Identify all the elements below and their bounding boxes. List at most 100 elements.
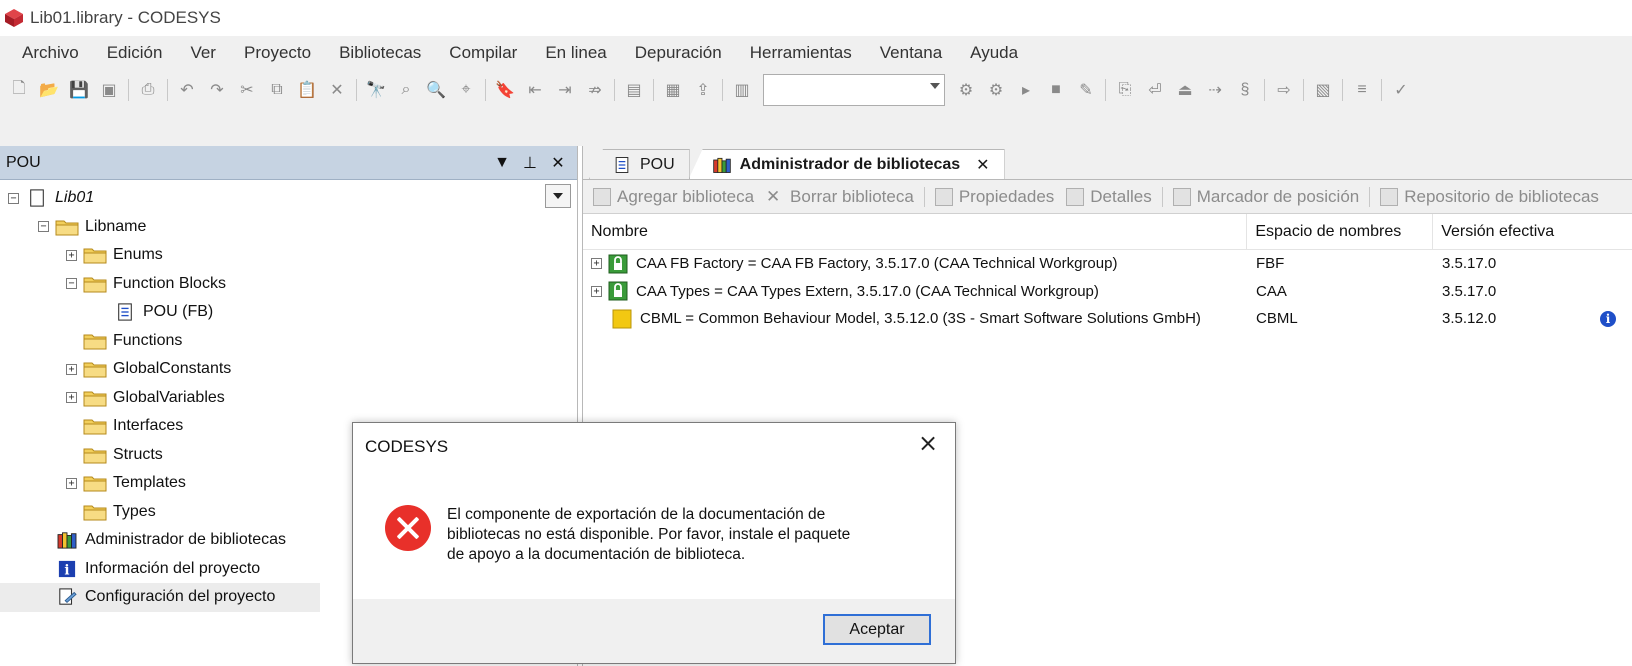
- check-icon[interactable]: ✓: [1388, 77, 1414, 103]
- toolbar-separator: [1161, 186, 1163, 207]
- button-detalles[interactable]: Detalles: [1060, 187, 1157, 207]
- save-icon[interactable]: 💾: [66, 77, 92, 103]
- run-to-cursor-icon[interactable]: ⇢: [1202, 77, 1228, 103]
- menu-item-en-linea[interactable]: En linea: [531, 36, 620, 70]
- button-propiedades[interactable]: Propiedades: [929, 187, 1060, 207]
- menu-item-edici-n[interactable]: Edición: [93, 36, 177, 70]
- expand-icon[interactable]: +: [66, 249, 77, 261]
- bookmark-icon[interactable]: 🔖: [492, 77, 518, 103]
- tree-item-globalvariables[interactable]: + GlobalVariables: [0, 384, 577, 413]
- pin-icon[interactable]: ⊥: [517, 150, 543, 176]
- menu-item-herramientas[interactable]: Herramientas: [736, 36, 866, 70]
- find-next-icon[interactable]: ⌕: [393, 77, 419, 103]
- open-folder-icon[interactable]: 📂: [36, 77, 62, 103]
- collapse-icon[interactable]: −: [8, 192, 19, 204]
- menu-item-ayuda[interactable]: Ayuda: [956, 36, 1032, 70]
- table-row[interactable]: + CAA FB Factory = CAA FB Factory, 3.5.17…: [583, 250, 1632, 278]
- logout-icon[interactable]: ⚙: [983, 77, 1009, 103]
- calendar-icon[interactable]: ▥: [729, 77, 755, 103]
- menu-item-archivo[interactable]: Archivo: [8, 36, 93, 70]
- button-marcador-de-posici-n[interactable]: Marcador de posición: [1167, 187, 1366, 207]
- add-object-icon[interactable]: ▦: [660, 77, 686, 103]
- tree-item-function-blocks[interactable]: − Function Blocks: [0, 270, 577, 299]
- tree-item-configuraci-n-del-proyecto[interactable]: Configuración del proyecto: [0, 583, 320, 612]
- cell-name: + CAA Types = CAA Types Extern, 3.5.17.0 …: [583, 281, 1248, 301]
- tree-item-globalconstants[interactable]: + GlobalConstants: [0, 355, 577, 384]
- column-header-version[interactable]: Versión efectiva: [1433, 214, 1632, 250]
- column-header-name[interactable]: Nombre: [583, 213, 1248, 250]
- export-icon[interactable]: ⇪: [690, 77, 716, 103]
- expand-icon[interactable]: +: [66, 363, 77, 375]
- copy-icon[interactable]: ⧉: [264, 77, 290, 103]
- cell-version: 3.5.17.0: [1442, 282, 1497, 300]
- bookmark-clear-icon[interactable]: ⇏: [582, 77, 608, 103]
- tree-item-functions[interactable]: Functions: [0, 327, 577, 356]
- tree-item-libname[interactable]: − Libname: [0, 213, 577, 242]
- close-icon[interactable]: ✕: [976, 155, 989, 175]
- info-icon[interactable]: i: [1600, 310, 1616, 327]
- write-values-icon[interactable]: ▧: [1310, 77, 1336, 103]
- step-into-icon[interactable]: ⏎: [1142, 77, 1168, 103]
- menu-item-ver[interactable]: Ver: [176, 36, 230, 70]
- find-in-project-icon[interactable]: ⌖: [453, 77, 479, 103]
- toolbar-separator: [1381, 79, 1382, 101]
- expand-icon[interactable]: +: [66, 392, 77, 404]
- collapse-icon[interactable]: −: [66, 278, 77, 290]
- menu-item-compilar[interactable]: Compilar: [435, 36, 531, 70]
- undo-icon[interactable]: ↶: [174, 77, 200, 103]
- properties-icon[interactable]: ▤: [621, 77, 647, 103]
- info-icon: i: [58, 560, 76, 578]
- run-icon[interactable]: ▸: [1013, 77, 1039, 103]
- force-values-icon[interactable]: ≡: [1349, 77, 1375, 103]
- menu-item-depuraci-n[interactable]: Depuración: [621, 36, 736, 70]
- expand-icon[interactable]: +: [66, 477, 77, 489]
- close-icon[interactable]: ✕: [545, 150, 571, 176]
- tab-administrador-de-bibliotecas[interactable]: Administrador de bibliotecas ✕: [688, 149, 1005, 179]
- accept-button[interactable]: Aceptar: [823, 614, 931, 645]
- paste-icon[interactable]: 📋: [294, 77, 320, 103]
- menu-item-proyecto[interactable]: Proyecto: [230, 36, 325, 70]
- expand-icon[interactable]: +: [591, 285, 602, 297]
- locked-library-icon: [608, 281, 628, 301]
- tree-item-label: Interfaces: [113, 417, 184, 435]
- tab-pou[interactable]: POU: [589, 149, 690, 179]
- redo-icon[interactable]: ↷: [204, 77, 230, 103]
- replace-icon[interactable]: 🔍: [423, 77, 449, 103]
- tree-dropdown-button[interactable]: [545, 184, 571, 208]
- button-repositorio-de-bibliotecas[interactable]: Repositorio de bibliotecas: [1374, 187, 1605, 207]
- find-icon[interactable]: 🔭: [363, 77, 389, 103]
- menu-item-ventana[interactable]: Ventana: [866, 36, 956, 70]
- bookmark-prev-icon[interactable]: ⇤: [522, 77, 548, 103]
- table-row[interactable]: CBML = Common Behaviour Model, 3.5.12.0 …: [583, 305, 1632, 333]
- print-icon[interactable]: ⎙: [135, 77, 161, 103]
- step-over-icon[interactable]: ⎘: [1112, 77, 1138, 103]
- reset-icon[interactable]: ✎: [1073, 77, 1099, 103]
- step-out-icon[interactable]: ⏏: [1172, 77, 1198, 103]
- button-borrar-biblioteca[interactable]: ✕ Borrar biblioteca: [760, 187, 920, 207]
- forward-icon[interactable]: ⇨: [1271, 77, 1297, 103]
- codesys-logo-icon: [5, 9, 23, 27]
- stop-icon[interactable]: ■: [1043, 77, 1069, 103]
- dialog-close-button[interactable]: ×: [915, 431, 941, 457]
- tree-item-lib01[interactable]: − Lib01: [0, 184, 577, 213]
- table-row[interactable]: + CAA Types = CAA Types Extern, 3.5.17.0 …: [583, 278, 1632, 306]
- button-agregar-biblioteca[interactable]: Agregar biblioteca: [587, 187, 760, 207]
- column-header-namespace[interactable]: Espacio de nombres: [1247, 213, 1434, 250]
- bookmark-next-icon[interactable]: ⇥: [552, 77, 578, 103]
- collapse-icon[interactable]: −: [38, 221, 49, 233]
- save-all-icon[interactable]: ▣: [96, 77, 122, 103]
- tree-item-enums[interactable]: + Enums: [0, 241, 577, 270]
- login-icon[interactable]: ⚙: [953, 77, 979, 103]
- panel-menu-icon[interactable]: ▼: [489, 150, 515, 176]
- button-label: Propiedades: [958, 186, 1055, 206]
- breakpoint-icon[interactable]: §: [1232, 77, 1258, 103]
- cut-icon[interactable]: ✂: [234, 77, 260, 103]
- menu-item-bibliotecas[interactable]: Bibliotecas: [325, 36, 435, 70]
- delete-icon[interactable]: ✕: [324, 77, 350, 103]
- active-application-combo[interactable]: [763, 74, 945, 106]
- tree-item-pou-fb-[interactable]: POU (FB): [0, 298, 577, 327]
- new-file-icon[interactable]: 🗋: [6, 77, 32, 103]
- button-label: Agregar biblioteca: [617, 186, 755, 206]
- expand-icon[interactable]: +: [591, 258, 602, 270]
- pou-document-icon: [118, 303, 132, 321]
